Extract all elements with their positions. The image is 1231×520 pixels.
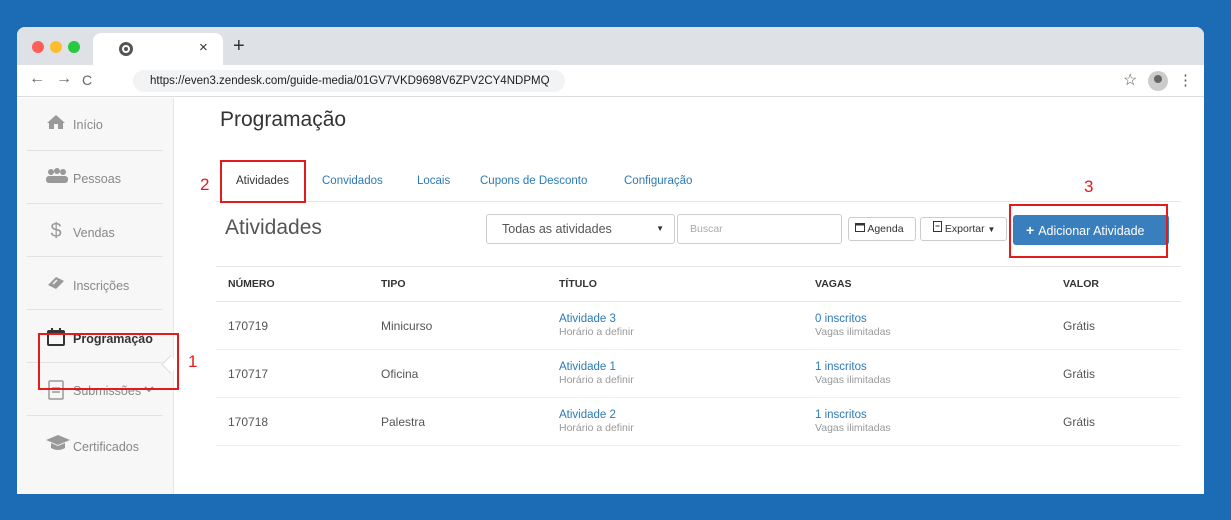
file-icon bbox=[933, 221, 945, 235]
activity-schedule: Horário a definir bbox=[559, 326, 634, 338]
cell-vagas: 1 inscritos Vagas ilimitadas bbox=[803, 397, 1051, 446]
tab-convidados[interactable]: Convidados bbox=[322, 175, 383, 187]
activity-title-link[interactable]: Atividade 2 bbox=[559, 409, 803, 421]
slots-text: Vagas ilimitadas bbox=[815, 374, 891, 386]
cell-vagas: 1 inscritos Vagas ilimitadas bbox=[803, 349, 1051, 398]
tab-locais[interactable]: Locais bbox=[417, 175, 450, 187]
select-value: Todas as atividades bbox=[502, 222, 612, 236]
slots-text: Vagas ilimitadas bbox=[815, 422, 891, 434]
column-header: TÍTULO bbox=[547, 266, 803, 302]
enrolled-link[interactable]: 0 inscritos bbox=[815, 313, 1051, 325]
activity-schedule: Horário a definir bbox=[559, 374, 634, 386]
address-bar-row: ← → C https://even3.zendesk.com/guide-me… bbox=[17, 65, 1204, 97]
back-icon[interactable]: ← bbox=[29, 70, 45, 88]
home-icon bbox=[45, 114, 67, 135]
cell-valor: Grátis bbox=[1051, 349, 1181, 398]
sidebar-item-pessoas[interactable]: Pessoas bbox=[27, 151, 163, 204]
caret-down-icon: ▼ bbox=[987, 225, 996, 234]
annotation-box-programacao bbox=[38, 333, 179, 390]
select-arrow-icon: ▼ bbox=[656, 224, 664, 233]
calendar-small-icon bbox=[855, 223, 867, 235]
export-label: Exportar bbox=[944, 223, 985, 235]
sidebar-item-certificados[interactable]: Certificados bbox=[27, 416, 163, 469]
cell-vagas: 0 inscritos Vagas ilimitadas bbox=[803, 301, 1051, 350]
reload-icon[interactable]: C bbox=[82, 72, 92, 88]
column-header: NÚMERO bbox=[216, 266, 369, 302]
page-title: Programação bbox=[220, 108, 347, 131]
people-icon bbox=[45, 168, 68, 189]
agenda-button[interactable]: Agenda bbox=[848, 217, 916, 241]
enrolled-link[interactable]: 1 inscritos bbox=[815, 361, 1051, 373]
tab-cupons-de-desconto[interactable]: Cupons de Desconto bbox=[480, 175, 587, 187]
cell-titulo: Atividade 2 Horário a definir bbox=[547, 397, 803, 446]
profile-icon[interactable] bbox=[1148, 71, 1168, 91]
cell-titulo: Atividade 1 Horário a definir bbox=[547, 349, 803, 398]
enrolled-link[interactable]: 1 inscritos bbox=[815, 409, 1051, 421]
browser-menu-icon[interactable]: ⋮ bbox=[1178, 71, 1193, 89]
sidebar-item-label: Início bbox=[73, 118, 103, 132]
activity-title-link[interactable]: Atividade 1 bbox=[559, 361, 803, 373]
graduation-cap-icon bbox=[45, 435, 70, 456]
sidebar-item-label: Vendas bbox=[73, 226, 115, 240]
minimize-window-dot[interactable] bbox=[50, 41, 62, 53]
main-content: Programação Atividades Convidados Locais… bbox=[174, 98, 1204, 494]
cell-tipo: Oficina bbox=[369, 349, 547, 398]
annotation-box-add-button bbox=[1009, 204, 1168, 258]
cell-numero: 170717 bbox=[216, 349, 369, 398]
annotation-number-3: 3 bbox=[1084, 177, 1094, 196]
cell-numero: 170718 bbox=[216, 397, 369, 446]
bookmark-star-icon[interactable]: ☆ bbox=[1123, 70, 1137, 90]
table-header: NÚMERO TIPO TÍTULO VAGAS VALOR bbox=[216, 266, 1181, 302]
section-title: Atividades bbox=[225, 216, 322, 239]
chrome-icon bbox=[119, 42, 133, 56]
tab-bar-programacao: Atividades Convidados Locais Cupons de D… bbox=[216, 168, 1181, 202]
cell-tipo: Minicurso bbox=[369, 301, 547, 350]
cell-valor: Grátis bbox=[1051, 397, 1181, 446]
sidebar-item-label: Pessoas bbox=[73, 172, 121, 186]
column-header: VAGAS bbox=[803, 266, 1051, 302]
sidebar-item-label: Inscrições bbox=[73, 279, 130, 293]
close-window-dot[interactable] bbox=[32, 41, 44, 53]
close-tab-icon[interactable]: × bbox=[199, 39, 208, 56]
annotation-box-atividades-tab bbox=[220, 160, 306, 203]
sidebar: Início Pessoas $ Vendas Inscrições Progr… bbox=[17, 98, 174, 494]
maximize-window-dot[interactable] bbox=[68, 41, 80, 53]
new-tab-icon[interactable]: + bbox=[233, 35, 245, 58]
agenda-label: Agenda bbox=[867, 223, 904, 235]
column-header: TIPO bbox=[369, 266, 547, 302]
sidebar-item-label: Certificados bbox=[73, 440, 139, 454]
activities-table: NÚMERO TIPO TÍTULO VAGAS VALOR 170719 Mi… bbox=[216, 266, 1181, 446]
annotation-number-2: 2 bbox=[200, 175, 210, 194]
browser-tab[interactable]: × bbox=[93, 33, 223, 65]
export-button[interactable]: Exportar ▼ bbox=[920, 217, 1007, 241]
activity-filter-select[interactable]: Todas as atividades ▼ bbox=[486, 214, 675, 244]
cell-tipo: Palestra bbox=[369, 397, 547, 446]
slots-text: Vagas ilimitadas bbox=[815, 326, 891, 338]
activity-title-link[interactable]: Atividade 3 bbox=[559, 313, 803, 325]
table-row[interactable]: 170718 Palestra Atividade 2 Horário a de… bbox=[216, 397, 1181, 446]
dollar-icon: $ bbox=[50, 220, 62, 242]
sidebar-item-vendas[interactable]: $ Vendas bbox=[27, 204, 163, 257]
activity-schedule: Horário a definir bbox=[559, 422, 634, 434]
cell-valor: Grátis bbox=[1051, 301, 1181, 350]
forward-icon[interactable]: → bbox=[56, 70, 72, 88]
ticket-icon bbox=[45, 275, 67, 296]
cell-numero: 170719 bbox=[216, 301, 369, 350]
table-row[interactable]: 170717 Oficina Atividade 1 Horário a def… bbox=[216, 349, 1181, 398]
tab-configuracao[interactable]: Configuração bbox=[624, 175, 692, 187]
annotation-number-1: 1 bbox=[188, 352, 198, 371]
browser-window: × + ← → C https://even3.zendesk.com/guid… bbox=[17, 27, 1204, 494]
cell-titulo: Atividade 3 Horário a definir bbox=[547, 301, 803, 350]
url-field[interactable]: https://even3.zendesk.com/guide-media/01… bbox=[133, 70, 565, 92]
tab-bar: × + bbox=[17, 27, 1204, 65]
column-header: VALOR bbox=[1051, 266, 1181, 302]
table-row[interactable]: 170719 Minicurso Atividade 3 Horário a d… bbox=[216, 301, 1181, 350]
sidebar-item-inicio[interactable]: Início bbox=[27, 98, 163, 151]
sidebar-item-inscricoes[interactable]: Inscrições bbox=[27, 257, 163, 310]
search-input[interactable]: Buscar bbox=[677, 214, 842, 244]
